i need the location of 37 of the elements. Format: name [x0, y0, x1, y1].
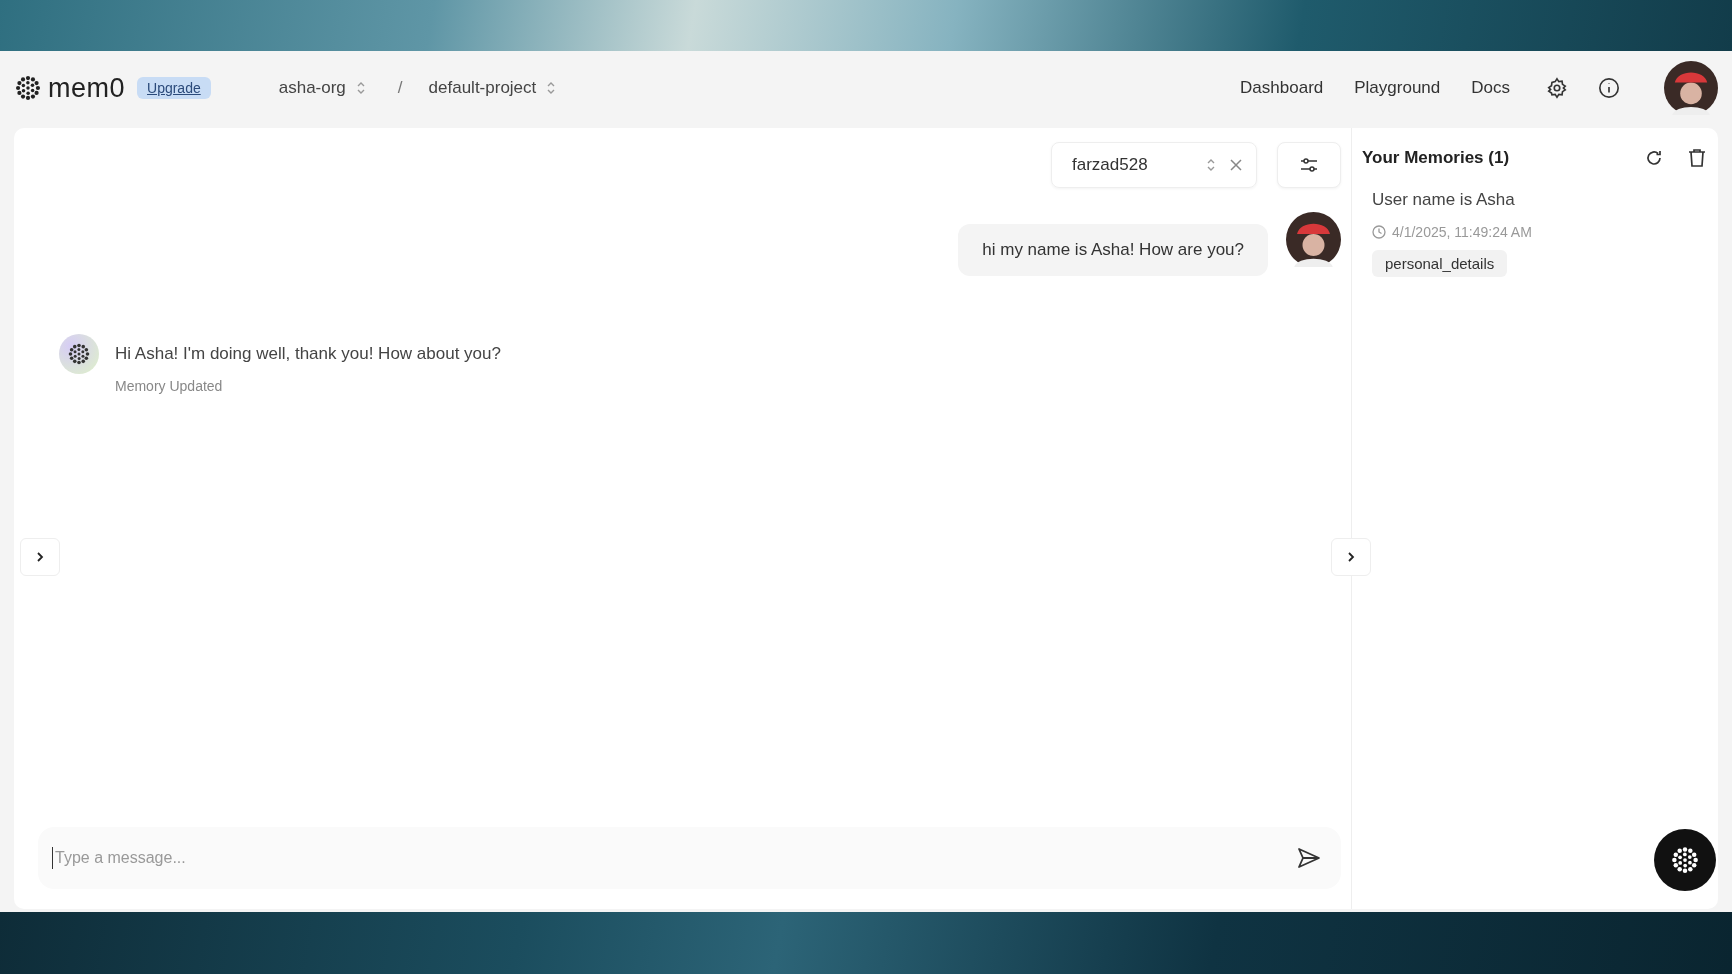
memory-text: User name is Asha — [1372, 190, 1516, 210]
close-icon[interactable] — [1230, 159, 1242, 171]
sliders-icon — [1300, 157, 1318, 173]
chevron-right-icon — [34, 551, 46, 563]
refresh-icon[interactable] — [1644, 148, 1664, 168]
memory-timestamp: 4/1/2025, 11:49:24 AM — [1392, 224, 1532, 240]
message-input[interactable]: Type a message... — [52, 847, 1273, 869]
project-selector[interactable]: default-project — [428, 78, 557, 98]
send-icon — [1297, 847, 1321, 869]
logo-icon — [67, 342, 91, 366]
settings-icon[interactable] — [1546, 77, 1568, 99]
assistant-message: Hi Asha! I'm doing well, thank you! How about you? — [115, 344, 501, 364]
nav-link[interactable]: Docs — [1471, 78, 1510, 98]
chevron-right-icon — [1345, 551, 1357, 563]
breadcrumb-separator: / — [397, 78, 403, 98]
chevron-updown-icon — [1206, 158, 1216, 172]
nav-link[interactable]: Playground — [1354, 78, 1441, 98]
message-field[interactable]: Type a message... — [38, 827, 1341, 889]
nav-link[interactable]: Dashboard — [1240, 78, 1324, 98]
memory-tag: personal_details — [1372, 250, 1508, 277]
logo-icon — [14, 74, 42, 102]
logo-icon — [1670, 845, 1700, 875]
trash-icon[interactable] — [1688, 148, 1706, 168]
user-avatar[interactable] — [1664, 61, 1718, 115]
memory-status: Memory Updated — [115, 378, 224, 394]
user-select[interactable]: farzad528 — [1051, 142, 1257, 188]
org-selector[interactable]: asha-org — [278, 78, 366, 98]
chevron-updown-icon — [546, 81, 557, 95]
clock-icon — [1372, 225, 1386, 239]
upgrade-button[interactable]: Upgrade — [137, 77, 211, 99]
chevron-updown-icon — [355, 81, 366, 95]
panel-title: Your Memories (1) — [1362, 148, 1511, 168]
filter-button[interactable] — [1277, 142, 1341, 188]
avatar-icon — [1286, 212, 1341, 267]
info-icon[interactable] — [1598, 77, 1620, 99]
user-message: hi my name is Asha! How are you? — [958, 224, 1268, 276]
logo-text: mem0 — [48, 72, 125, 104]
